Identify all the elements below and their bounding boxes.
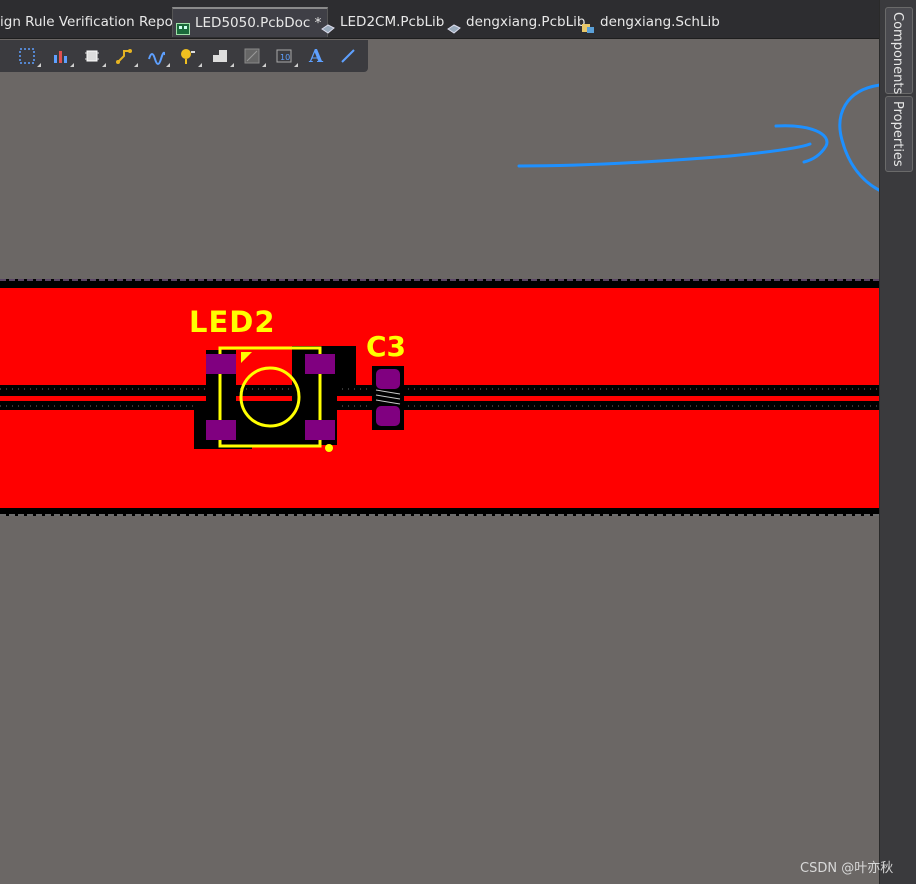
document-tab-bar: ign Rule Verification Report LED5050.Pcb… — [0, 0, 882, 39]
led-pad-2[interactable] — [305, 354, 335, 374]
tab-label: ign Rule Verification Report — [0, 14, 184, 30]
interactive-tune-icon[interactable] — [145, 45, 170, 67]
components-panel-label: Components — [890, 12, 905, 95]
annotation-arrow — [517, 83, 879, 192]
line-tool-icon[interactable] — [337, 45, 359, 67]
route-icon[interactable] — [113, 45, 138, 67]
led-pad-4[interactable] — [305, 420, 335, 440]
properties-panel-tab[interactable]: Properties — [885, 96, 913, 172]
pcb-lib-icon — [447, 16, 461, 34]
tab-led2cm-pcblib[interactable]: LED2CM.PcbLib — [321, 8, 444, 36]
side-panel-strip: Components Properties — [879, 0, 916, 884]
tab-label: dengxiang.PcbLib — [466, 14, 586, 30]
led-designator[interactable]: LED2 — [189, 305, 276, 339]
tab-dengxiang-schlib[interactable]: dengxiang.SchLib — [581, 8, 720, 36]
led-pad-1[interactable] — [206, 354, 236, 374]
fill-icon[interactable] — [209, 45, 234, 67]
tab-dengxiang-pcblib[interactable]: dengxiang.PcbLib — [447, 8, 585, 36]
chart-icon[interactable] — [49, 45, 74, 67]
text-tool-glyph: A — [309, 45, 323, 67]
via-probe-icon[interactable] — [177, 45, 202, 67]
sch-lib-icon — [581, 16, 595, 33]
led-pad-3[interactable] — [206, 420, 236, 440]
tab-led5050-pcbdoc[interactable]: LED5050.PcbDoc * — [172, 7, 329, 37]
tab-drc-report[interactable]: ign Rule Verification Report — [0, 8, 184, 36]
region-icon[interactable] — [241, 45, 266, 67]
tab-label: LED2CM.PcbLib — [340, 14, 445, 30]
cap-pad-2[interactable] — [376, 406, 400, 426]
trace-1[interactable] — [0, 396, 879, 401]
dimension-icon[interactable]: 10 — [273, 45, 298, 67]
tab-label: dengxiang.SchLib — [600, 14, 720, 30]
cap-designator[interactable]: C3 — [366, 330, 406, 363]
pcb-doc-icon — [176, 17, 190, 35]
components-panel-tab[interactable]: Components — [885, 7, 913, 94]
tab-label: LED5050.PcbDoc * — [195, 15, 322, 31]
select-rect-icon[interactable] — [16, 45, 41, 67]
properties-panel-label: Properties — [890, 101, 905, 167]
pcb-canvas[interactable]: LED2 C3 — [0, 0, 879, 884]
pcb-lib-icon — [321, 16, 335, 34]
component-icon[interactable] — [81, 45, 106, 67]
svg-text:10: 10 — [280, 53, 290, 62]
active-bar-toolbar: 10 A — [0, 40, 368, 72]
text-tool-icon[interactable]: A — [305, 45, 327, 67]
cap-pad-1[interactable] — [376, 369, 400, 389]
watermark: CSDN @叶亦秋 — [800, 861, 894, 876]
